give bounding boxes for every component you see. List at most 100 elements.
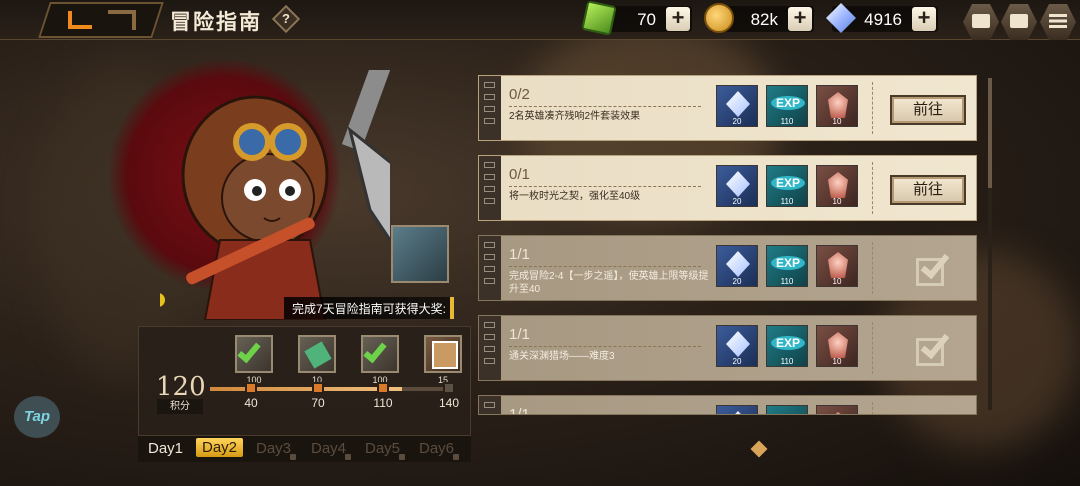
quest-reward[interactable]: 10: [816, 165, 858, 207]
milestone-reward-4[interactable]: 15: [424, 335, 462, 385]
divider: [872, 162, 873, 214]
badge-reward-icon: [828, 92, 848, 118]
quest-rail: [479, 316, 501, 380]
divider: [872, 322, 873, 374]
help-icon[interactable]: ?: [271, 4, 301, 34]
gold-coin-icon: [704, 3, 734, 33]
reward-qty: 20: [732, 117, 742, 126]
quest-card: 0/2 2名英雄凑齐残响2件套装效果 20 EXP 110 10 前往: [478, 75, 977, 141]
chat-icon: [972, 14, 990, 28]
exp-icon: EXP: [771, 176, 805, 190]
exp-icon: EXP: [771, 336, 805, 350]
quest-reward[interactable]: EXP 110: [766, 245, 808, 287]
diamond-value: 4916: [864, 10, 902, 29]
quest-card: 1/1: [478, 395, 977, 415]
milestone-reward-3[interactable]: 100: [361, 335, 399, 385]
milestone-marker: [377, 382, 389, 394]
page-indicator: [750, 440, 768, 458]
quest-reward[interactable]: 20: [716, 85, 758, 127]
hero-illustration: [160, 70, 390, 320]
reward-qty: 110: [780, 277, 794, 286]
mail-icon: [1010, 14, 1028, 28]
milestone-label: 140: [438, 396, 460, 410]
quest-description: 2名英雄凑齐残响2件套装效果: [509, 111, 641, 122]
quest-reward[interactable]: [716, 405, 758, 414]
energy-counter: 70 +: [581, 0, 692, 36]
score-label: 积分: [157, 399, 203, 414]
reward-qty: 20: [732, 277, 742, 286]
energy-value: 70: [637, 10, 656, 29]
quest-reward[interactable]: 20: [716, 245, 758, 287]
divider: [872, 82, 873, 134]
quest-card: 0/1 将一枚时光之契，强化至40级 20 EXP 110 10 前往: [478, 155, 977, 221]
quest-reward[interactable]: 10: [816, 85, 858, 127]
milestone-marker: [443, 382, 455, 394]
quest-reward[interactable]: 20: [716, 165, 758, 207]
top-bar: 冒险指南 ? 70 + 82k + 4916 +: [0, 0, 1080, 40]
reward-banner: 完成7天冒险指南可获得大奖:: [284, 297, 454, 319]
quest-reward[interactable]: [766, 405, 808, 414]
menu-button[interactable]: [1040, 4, 1076, 40]
milestone-marker: [312, 382, 324, 394]
add-energy-button[interactable]: +: [666, 7, 690, 31]
quest-reward[interactable]: EXP 110: [766, 325, 808, 367]
badge-reward-icon: [828, 172, 848, 198]
quest-card: 1/1 通关深渊猎场——难度3 20 EXP 110 10: [478, 315, 977, 381]
tab-day3[interactable]: Day3: [256, 440, 291, 457]
diamond-reward-icon: [726, 171, 750, 197]
divider: [509, 266, 701, 267]
score-progress-fill: [210, 387, 402, 391]
reward-qty: 20: [732, 197, 742, 206]
scrollbar-thumb[interactable]: [988, 78, 992, 188]
go-button[interactable]: 前往: [890, 175, 966, 205]
menu-icon: [1049, 14, 1067, 28]
ticket-icon: [304, 341, 332, 369]
tab-day5[interactable]: Day5: [365, 440, 400, 457]
reward-qty: 10: [832, 277, 842, 286]
add-gold-button[interactable]: +: [788, 7, 812, 31]
lock-icon: [399, 454, 405, 460]
quest-reward[interactable]: 20: [716, 325, 758, 367]
chat-button[interactable]: [963, 4, 999, 40]
milestone-marker: [245, 382, 257, 394]
quest-description: 完成冒险2-4【一步之遥】，使英雄上限等级提升至40: [509, 271, 709, 295]
tab-day2[interactable]: Day2: [196, 438, 244, 457]
divider: [872, 242, 873, 294]
quest-scrollbar[interactable]: [988, 78, 992, 410]
diamond-counter: 4916 +: [826, 3, 938, 33]
reward-qty: 110: [780, 357, 794, 366]
back-arrow-icon: [68, 11, 92, 29]
quest-description: 通关深渊猎场——难度3: [509, 351, 615, 362]
quest-reward[interactable]: 10: [816, 325, 858, 367]
tab-day1[interactable]: Day1: [148, 440, 183, 457]
tap-button[interactable]: Tap: [14, 396, 60, 438]
gold-value: 82k: [750, 10, 778, 29]
back-button[interactable]: [38, 2, 164, 38]
quest-reward[interactable]: EXP 110: [766, 165, 808, 207]
equipment-icon[interactable]: [391, 225, 449, 283]
completed-check-icon: [916, 328, 960, 368]
home-icon: [108, 10, 136, 30]
add-diamond-button[interactable]: +: [912, 7, 936, 31]
ticket-check-icon: [363, 338, 387, 364]
go-button[interactable]: 前往: [890, 95, 966, 125]
completed-check-icon: [916, 248, 960, 288]
exp-icon: EXP: [771, 256, 805, 270]
milestone-reward-2[interactable]: 10: [298, 335, 336, 385]
badge-reward-icon: [828, 412, 848, 414]
badge-reward-icon: [828, 332, 848, 358]
mail-button[interactable]: [1001, 4, 1037, 40]
milestone-reward-1[interactable]: 100: [235, 335, 273, 385]
quest-reward[interactable]: [816, 405, 858, 414]
quest-progress: 1/1: [509, 326, 530, 343]
reward-qty: 10: [832, 117, 842, 126]
quest-progress: 0/1: [509, 166, 530, 183]
quest-reward[interactable]: 10: [816, 245, 858, 287]
quest-reward[interactable]: EXP 110: [766, 85, 808, 127]
diamond-reward-icon: [726, 411, 750, 414]
reward-qty: 10: [832, 197, 842, 206]
tab-day4[interactable]: Day4: [311, 440, 346, 457]
quest-card: 1/1 完成冒险2-4【一步之遥】，使英雄上限等级提升至40 20 EXP 110 10: [478, 235, 977, 301]
tab-day6[interactable]: Day6: [419, 440, 454, 457]
lock-icon: [453, 454, 459, 460]
